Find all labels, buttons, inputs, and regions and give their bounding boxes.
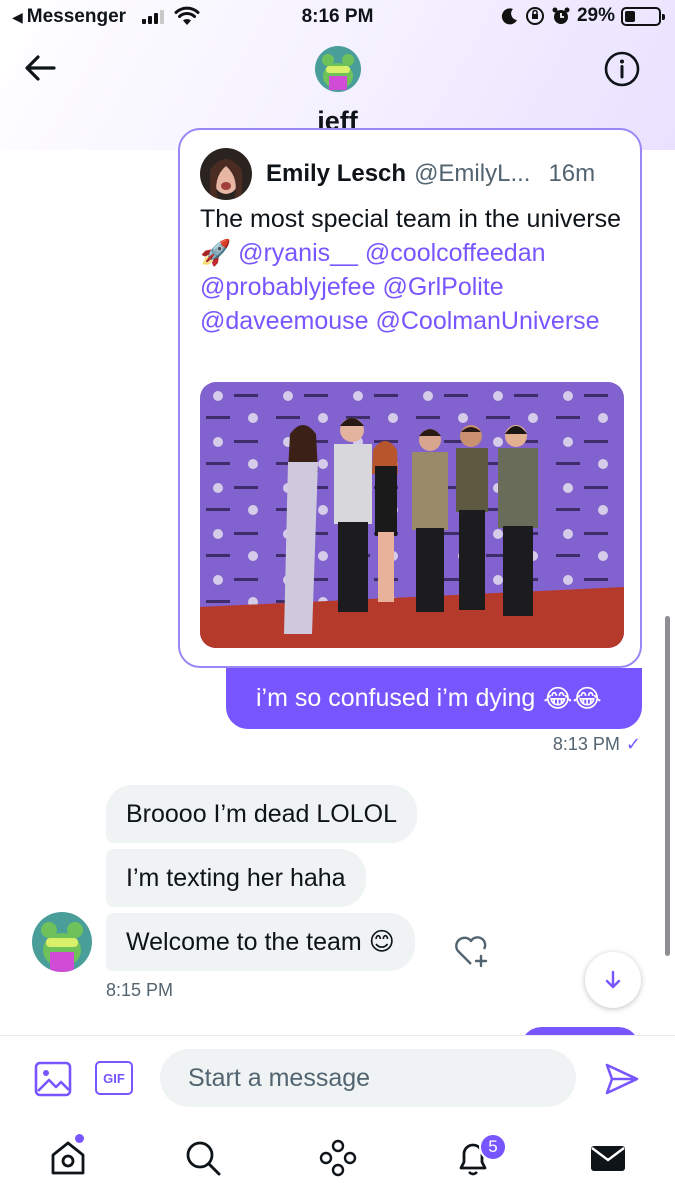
- scrollbar[interactable]: [665, 616, 670, 956]
- received-message-text: Broooo I’m dead LOLOL: [126, 799, 397, 828]
- tweet-photo[interactable]: [200, 382, 624, 648]
- sent-message-time: 8:13 PM: [552, 734, 620, 754]
- arrow-down-icon: [605, 970, 621, 989]
- received-message-bubble[interactable]: I’m texting her haha: [106, 849, 366, 907]
- sent-message-text: i’m so confused i’m dying: [256, 684, 536, 712]
- search-icon[interactable]: [183, 1138, 223, 1178]
- contact-avatar[interactable]: [315, 46, 361, 92]
- tweet-author-avatar: [200, 148, 252, 200]
- tab-bar: [0, 1122, 675, 1200]
- received-message-text: Welcome to the team 😊: [126, 928, 395, 956]
- alarm-icon: [552, 7, 570, 24]
- received-message-text: I’m texting her haha: [126, 863, 346, 892]
- scroll-to-bottom-button[interactable]: [585, 952, 641, 1008]
- spaces-icon[interactable]: [318, 1138, 358, 1178]
- tweet-mention[interactable]: @ryanis__: [238, 239, 358, 267]
- tweet-author-name: Emily Lesch: [266, 160, 407, 187]
- moon-icon: [501, 8, 517, 25]
- tweet-mention[interactable]: @GrlPolite: [382, 273, 503, 301]
- received-message-bubble[interactable]: Broooo I’m dead LOLOL: [106, 785, 417, 843]
- tweet-text: The most special team in the universe 🚀 …: [200, 202, 630, 338]
- tweet-mention[interactable]: @CoolmanUniverse: [375, 307, 599, 335]
- received-message-bubble[interactable]: Welcome to the team 😊: [106, 913, 415, 971]
- home-icon[interactable]: [48, 1138, 88, 1178]
- message-input[interactable]: [160, 1049, 576, 1107]
- add-reaction-icon[interactable]: [451, 930, 491, 970]
- info-icon[interactable]: [603, 50, 641, 88]
- tweet-mention[interactable]: @probablyjefee: [200, 273, 376, 301]
- tweet-mention[interactable]: @daveemouse: [200, 307, 369, 335]
- notifications-badge: 5: [479, 1133, 507, 1161]
- tweet-mention[interactable]: @coolcoffeedan: [365, 239, 546, 267]
- sent-message-meta: 8:13 PM ✓: [553, 734, 641, 755]
- gif-button[interactable]: GIF: [95, 1061, 133, 1095]
- tweet-time: 16m: [548, 160, 596, 187]
- image-icon[interactable]: [34, 1061, 72, 1097]
- sent-message-bubble[interactable]: i’m so confused i’m dying 😂😂: [226, 668, 642, 729]
- tweet-header: Emily Lesch @EmilyL... 16m: [200, 148, 595, 200]
- orientation-lock-icon: [525, 7, 544, 25]
- send-icon[interactable]: [603, 1060, 641, 1098]
- status-bar: ◀ Messenger 8:16 PM 29%: [0, 0, 675, 36]
- sender-avatar[interactable]: [32, 912, 92, 972]
- tweet-author-handle: @EmilyL...: [414, 160, 531, 187]
- sent-message-emoji: 😂😂: [543, 684, 602, 713]
- battery-percent: 29%: [576, 5, 615, 26]
- message-composer: GIF: [0, 1035, 675, 1122]
- battery-icon: [621, 6, 665, 26]
- received-message-time: 8:15 PM: [106, 980, 174, 1000]
- back-arrow-icon[interactable]: [22, 50, 58, 86]
- messages-icon[interactable]: [588, 1138, 628, 1178]
- home-unread-dot: [75, 1134, 84, 1143]
- shared-tweet-card[interactable]: Emily Lesch @EmilyL... 16m The most spec…: [178, 128, 642, 668]
- status-right: 29%: [501, 5, 665, 27]
- checkmark-icon: ✓: [625, 734, 641, 754]
